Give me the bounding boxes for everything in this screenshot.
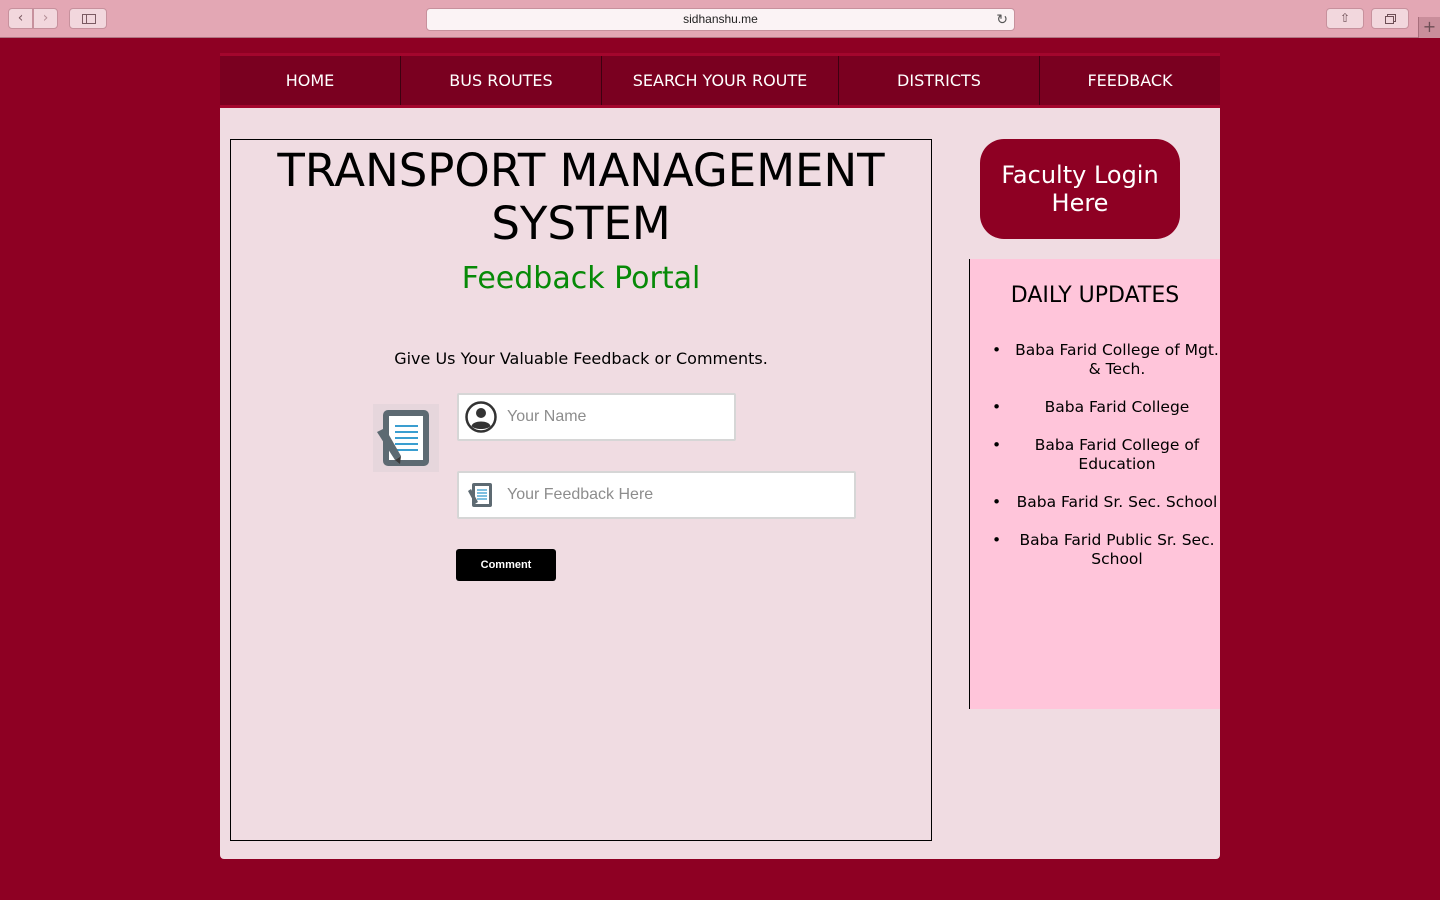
feedback-input[interactable] (507, 473, 852, 517)
list-item: Baba Farid Sr. Sec. School (992, 493, 1220, 512)
share-button[interactable]: ⇧ (1326, 8, 1364, 29)
nav-item-feedback[interactable]: FEEDBACK (1040, 56, 1220, 105)
list-item: Baba Farid College of Education (992, 436, 1220, 474)
back-button[interactable]: ‹ (8, 8, 33, 29)
tabs-icon-back (1385, 16, 1394, 24)
tabs-overview-button[interactable] (1371, 8, 1409, 29)
chevron-right-icon: › (42, 10, 49, 26)
share-icon: ⇧ (1339, 11, 1351, 25)
feedback-prompt: Give Us Your Valuable Feedback or Commen… (394, 349, 768, 368)
content-panel: TRANSPORT MANAGEMENT SYSTEM Feedback Por… (220, 108, 1220, 859)
notepad-icon (468, 483, 492, 507)
address-bar[interactable]: sidhanshu.me ↻ (426, 8, 1015, 31)
page-title: TRANSPORT MANAGEMENT SYSTEM (277, 144, 885, 250)
list-item: Baba Farid College of Mgt. & Tech. (992, 341, 1220, 379)
nav-item-search-route[interactable]: SEARCH YOUR ROUTE (602, 56, 839, 105)
chevron-left-icon: ‹ (17, 10, 24, 26)
notepad-pencil-icon (373, 404, 439, 472)
url-text: sidhanshu.me (683, 12, 758, 26)
name-field[interactable] (457, 393, 736, 441)
list-item: Baba Farid College (992, 398, 1220, 417)
name-input[interactable] (507, 395, 732, 439)
reload-icon[interactable]: ↻ (996, 9, 1008, 30)
forward-button[interactable]: › (33, 8, 58, 29)
comment-button[interactable]: Comment (456, 549, 556, 581)
feedback-field[interactable] (457, 471, 856, 519)
user-circle-icon (465, 401, 497, 433)
updates-title: DAILY UPDATES (1010, 283, 1180, 308)
portal-subtitle: Feedback Portal (461, 261, 701, 296)
nav-item-home[interactable]: HOME (220, 56, 401, 105)
browser-toolbar: ‹ › sidhanshu.me ↻ ⇧ + (0, 0, 1440, 38)
nav-item-districts[interactable]: DISTRICTS (839, 56, 1040, 105)
daily-updates-panel: DAILY UPDATES Baba Farid College of Mgt.… (969, 259, 1220, 709)
plus-icon: + (1422, 17, 1437, 36)
sidebar-icon (82, 14, 96, 24)
feedback-section: TRANSPORT MANAGEMENT SYSTEM Feedback Por… (230, 139, 932, 841)
new-tab-button[interactable]: + (1418, 17, 1440, 38)
nav-item-bus-routes[interactable]: BUS ROUTES (401, 56, 602, 105)
sidebar-toggle-button[interactable] (69, 8, 107, 29)
list-item: Baba Farid Public Sr. Sec. School (992, 531, 1220, 569)
updates-list: Baba Farid College of Mgt. & Tech. Baba … (992, 341, 1220, 588)
main-navbar: HOME BUS ROUTES SEARCH YOUR ROUTE DISTRI… (220, 53, 1220, 108)
faculty-login-button[interactable]: Faculty Login Here (980, 139, 1180, 239)
